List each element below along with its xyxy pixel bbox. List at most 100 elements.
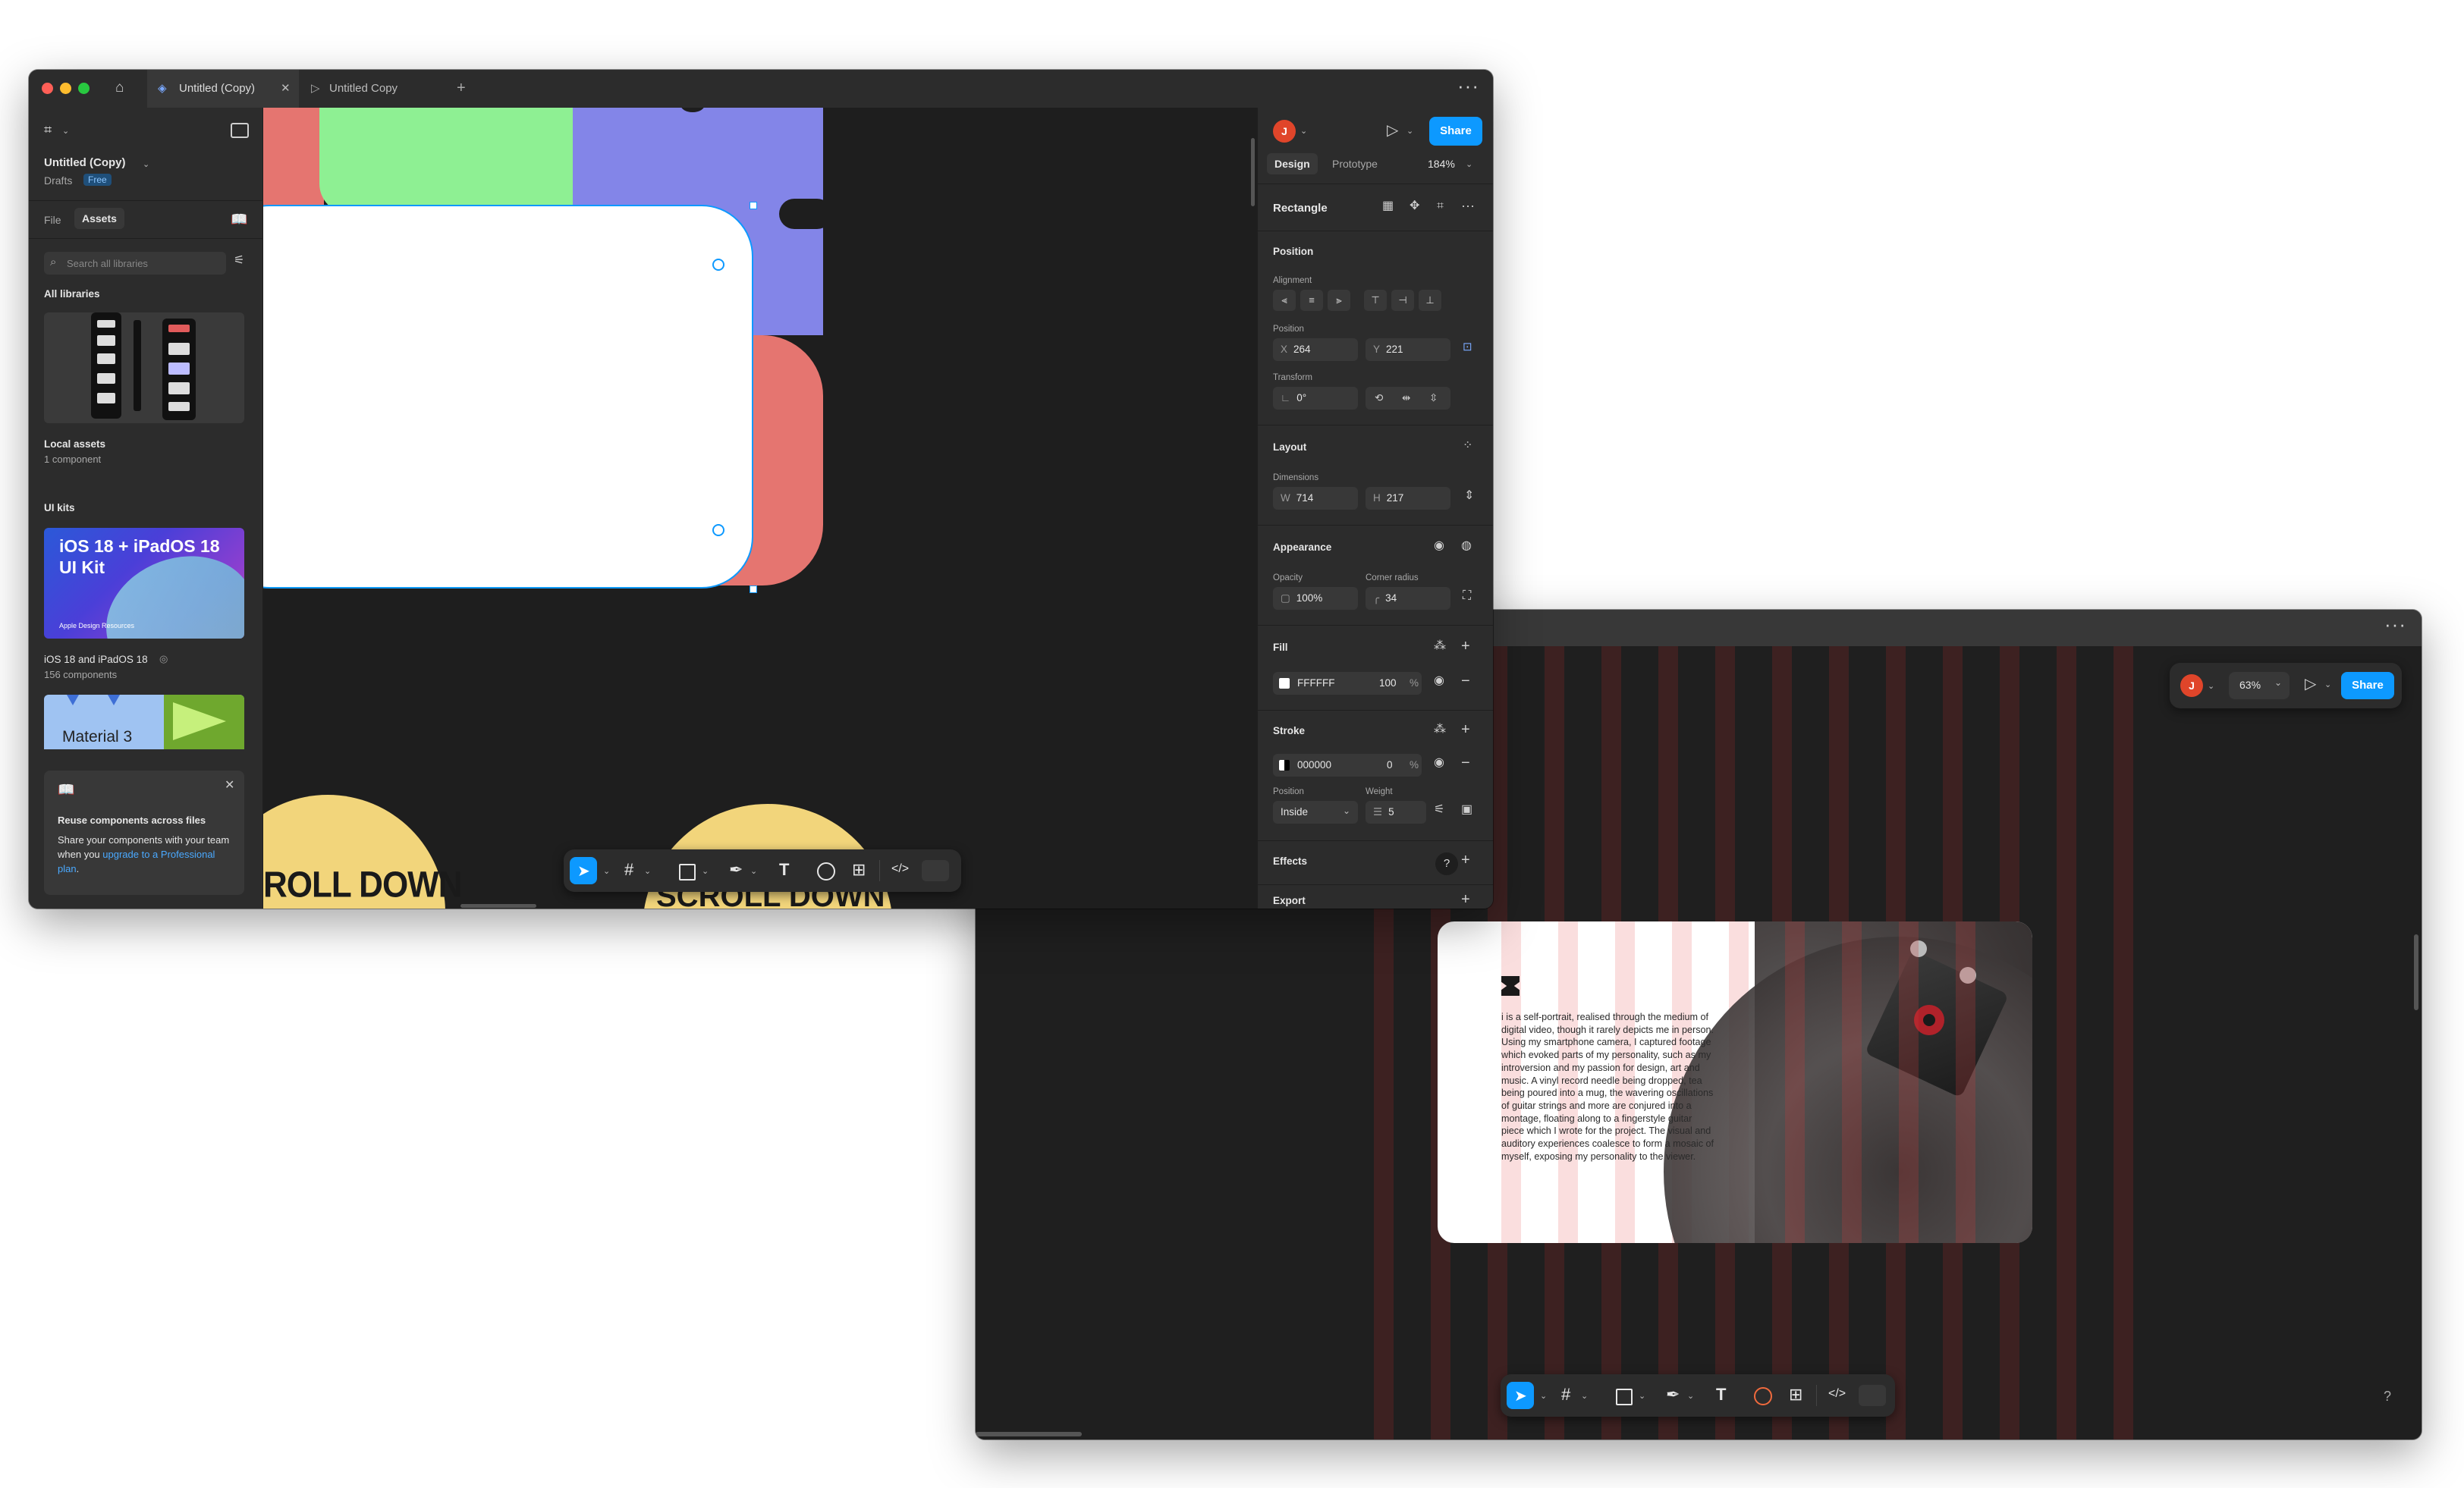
resize-constraints-icon[interactable]: ⇕ [1464, 490, 1474, 502]
figma-menu-icon[interactable]: ⌗ [44, 123, 52, 137]
create-component-icon[interactable]: ✥ [1410, 200, 1419, 212]
ios-kit-title[interactable]: iOS 18 and iPadOS 18 [44, 654, 148, 665]
help-button[interactable]: ? [1435, 852, 1458, 875]
dev-mode-toggle[interactable] [922, 860, 949, 881]
constraints-icon[interactable]: ⊡ [1463, 341, 1472, 353]
tab-prototype[interactable]: Prototype [1332, 158, 1378, 170]
chevron-down-icon[interactable]: ⌄ [1300, 126, 1307, 136]
stroke-weight-field[interactable]: ☰ 5 [1366, 801, 1426, 824]
move-tool-button[interactable]: ➤ [1507, 1382, 1534, 1409]
file-location[interactable]: Drafts [44, 174, 72, 187]
align-center-v-button[interactable]: ⊣ [1391, 290, 1414, 311]
align-bottom-button[interactable]: ⊥ [1419, 290, 1441, 311]
new-tab-button[interactable]: + [457, 80, 466, 96]
user-avatar[interactable]: J [1273, 120, 1296, 143]
rotation-field[interactable]: ∟ 0° [1273, 387, 1358, 410]
dev-mode-icon[interactable]: </> [891, 863, 909, 875]
rectangle-tool-icon[interactable] [679, 864, 696, 881]
zoom-level[interactable]: 184% [1428, 158, 1455, 170]
remove-fill-icon[interactable]: − [1461, 673, 1470, 689]
stroke-settings-icon[interactable]: ⚟ [1434, 804, 1444, 816]
stroke-sides-icon[interactable]: ▣ [1461, 804, 1472, 816]
stroke-color-field[interactable]: 000000 0 % [1273, 754, 1422, 777]
chevron-down-icon[interactable]: ⌄ [1540, 1391, 1547, 1401]
tab-design[interactable]: Design [1267, 153, 1318, 174]
library-book-icon[interactable]: 📖 [231, 212, 247, 226]
text-tool-icon[interactable]: T [1716, 1386, 1726, 1403]
width-field[interactable]: W 714 [1273, 487, 1358, 510]
local-assets-thumbnail[interactable] [44, 312, 244, 423]
add-stroke-icon[interactable]: + [1461, 722, 1470, 737]
chevron-down-icon[interactable]: ⌄ [644, 866, 651, 876]
stroke-position-select[interactable]: Inside ⌄ [1273, 801, 1358, 824]
comment-tool-icon[interactable] [1754, 1387, 1772, 1405]
present-play-icon[interactable]: ▷ [1387, 123, 1398, 138]
chevron-down-icon[interactable]: ⌄ [603, 866, 610, 876]
zoom-dropdown[interactable]: 63% ⌄ [2229, 672, 2290, 699]
search-input[interactable]: ⌕ Search all libraries [44, 252, 226, 275]
portfolio-card[interactable]: i is a self-portrait, realised through t… [1438, 921, 2032, 1243]
align-top-button[interactable]: ⊤ [1364, 290, 1387, 311]
add-effect-icon[interactable]: + [1461, 852, 1470, 868]
tab-assets[interactable]: Assets [74, 208, 124, 229]
canvas-green-shape[interactable] [319, 108, 573, 214]
height-field[interactable]: H 217 [1366, 487, 1450, 510]
move-tool-button[interactable]: ➤ [570, 857, 597, 884]
comment-tool-icon[interactable] [817, 862, 835, 881]
dev-mode-toggle[interactable] [1859, 1385, 1886, 1406]
chevron-down-icon[interactable]: ⌄ [1687, 1391, 1694, 1401]
more-options-button[interactable]: ··· [2384, 613, 2406, 636]
add-export-icon[interactable]: + [1461, 892, 1470, 907]
pen-tool-icon[interactable]: ✒ [729, 862, 743, 878]
chevron-down-icon[interactable]: ⌄ [2208, 681, 2214, 691]
styles-grid-icon[interactable]: ⁂ [1434, 640, 1446, 652]
chevron-down-icon[interactable]: ⌄ [2324, 680, 2331, 689]
file-title[interactable]: Untitled (Copy) [44, 156, 125, 169]
more-icon[interactable]: ··· [1461, 199, 1475, 212]
independent-corners-icon[interactable]: ⛶ [1463, 590, 1471, 602]
share-button[interactable]: Share [1429, 117, 1482, 146]
actions-icon[interactable]: ⊞ [1789, 1386, 1802, 1403]
frame-tool-icon[interactable]: # [1561, 1386, 1570, 1403]
component-grid-icon[interactable]: ▦ [1382, 200, 1394, 212]
remove-stroke-icon[interactable]: − [1461, 755, 1470, 771]
stroke-swatch[interactable] [1279, 760, 1290, 771]
ios-kit-thumbnail[interactable]: iOS 18 + iPadOS 18 UI Kit Apple Design R… [44, 528, 244, 639]
eye-icon[interactable]: ◉ [1434, 540, 1444, 552]
user-avatar[interactable]: J [2180, 674, 2203, 697]
zoom-window-button[interactable] [78, 83, 90, 94]
present-play-icon[interactable]: ▷ [2305, 677, 2316, 692]
frame-selection-icon[interactable]: ⌗ [1437, 200, 1444, 212]
vertical-scrollbar[interactable] [2414, 934, 2418, 1010]
align-left-button[interactable]: ⫷ [1273, 290, 1296, 311]
corner-radius-handle[interactable] [712, 259, 724, 271]
dev-mode-icon[interactable]: </> [1828, 1388, 1846, 1400]
flip-horizontal-icon[interactable]: ⇹ [1402, 387, 1410, 410]
close-window-button[interactable] [42, 83, 53, 94]
pen-tool-icon[interactable]: ✒ [1666, 1386, 1680, 1403]
chevron-down-icon[interactable]: ⌄ [750, 866, 757, 876]
auto-layout-icon[interactable]: ⁘ [1463, 440, 1472, 452]
chevron-down-icon[interactable]: ⌄ [702, 866, 709, 876]
design-canvas[interactable]: ROLL DOWN SCROLL DOWN ➤ ⌄ # ⌄ ⌄ ✒ ⌄ T ⊞ … [263, 108, 1258, 909]
rectangle-tool-icon[interactable] [1616, 1389, 1633, 1405]
chevron-down-icon[interactable]: ⌄ [1581, 1391, 1588, 1401]
material-kit-thumbnail[interactable]: Material 3 [44, 695, 244, 749]
canvas-red-shape[interactable] [263, 108, 324, 214]
text-tool-icon[interactable]: T [779, 862, 789, 878]
add-fill-icon[interactable]: + [1461, 639, 1470, 654]
chevron-down-icon[interactable]: ⌄ [1406, 126, 1413, 136]
corner-radius-handle[interactable] [712, 524, 724, 536]
blend-mode-icon[interactable]: ◍ [1461, 540, 1472, 552]
share-button[interactable]: Share [2341, 672, 2394, 699]
home-icon[interactable]: ⌂ [115, 80, 124, 95]
align-center-h-button[interactable]: ≡ [1300, 290, 1323, 311]
align-right-button[interactable]: ⫸ [1328, 290, 1350, 311]
close-icon[interactable]: ✕ [225, 780, 234, 792]
flip-vertical-icon[interactable]: ⇳ [1429, 387, 1438, 410]
toggle-sidebar-icon[interactable] [231, 123, 249, 138]
tab-file[interactable]: File [44, 214, 61, 226]
styles-grid-icon[interactable]: ⁂ [1434, 724, 1446, 736]
eye-icon[interactable]: ◉ [1434, 757, 1444, 769]
fill-color-field[interactable]: FFFFFF 100 % [1273, 672, 1422, 695]
